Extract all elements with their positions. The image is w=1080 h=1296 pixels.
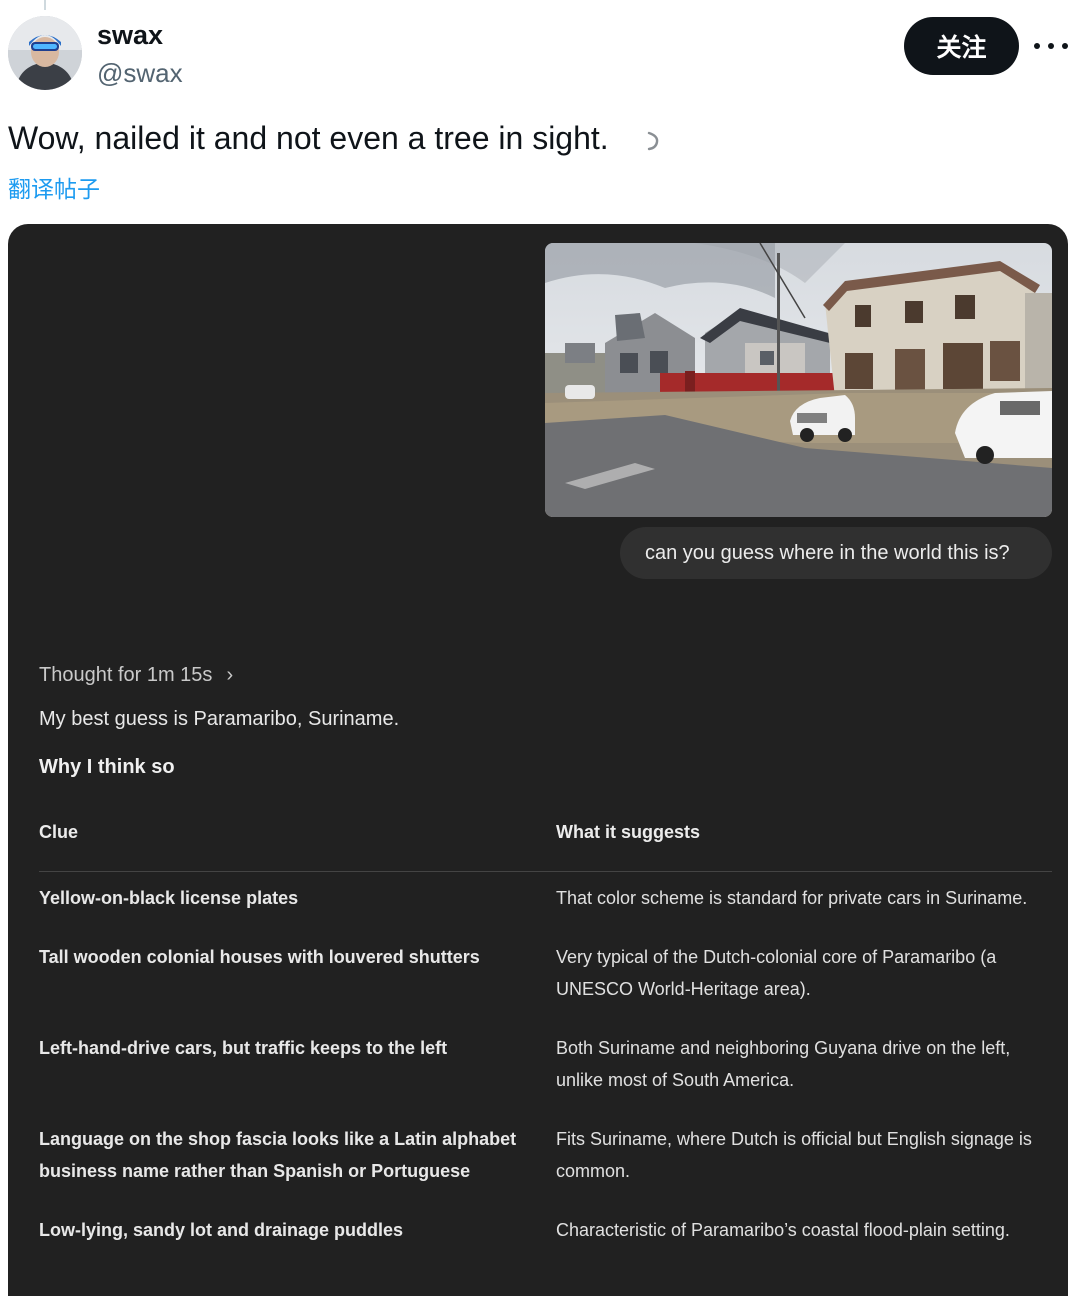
table-header-clue: Clue: [39, 822, 79, 842]
follow-button[interactable]: 关注: [904, 17, 1019, 75]
more-horizontal-icon[interactable]: [1034, 32, 1068, 60]
clue-cell: Tall wooden colonial houses with louvere…: [39, 947, 480, 967]
author-handle[interactable]: @swax: [97, 58, 183, 89]
tweet-header: swax @swax 关注: [0, 0, 1080, 110]
why-heading: Why I think so: [39, 756, 175, 778]
clue-cell: Yellow-on-black license plates: [39, 888, 299, 908]
table-header-suggests: What it suggests: [556, 822, 701, 842]
thought-label: Thought for 1m 15s: [39, 664, 213, 686]
clue-cell: Left-hand-drive cars, but traffic keeps …: [39, 1038, 448, 1058]
suggests-cell: Characteristic of Paramaribo’s coastal f…: [556, 1220, 1010, 1240]
thought-toggle[interactable]: Thought for 1m 15s ›: [39, 664, 233, 687]
suggests-cell: Very typical of the Dutch-colonial core …: [556, 947, 997, 999]
suggests-cell: Both Suriname and neighboring Guyana dri…: [556, 1038, 1011, 1090]
user-message-bubble: can you guess where in the world this is…: [620, 527, 1052, 579]
translate-post-link[interactable]: 翻译帖子: [8, 170, 100, 204]
chat-screenshot-card: can you guess where in the world this is…: [8, 224, 1068, 1296]
assistant-answer: My best guess is Paramaribo, Suriname.: [39, 708, 400, 730]
clue-cell: Language on the shop fascia looks like a…: [39, 1129, 517, 1181]
suggests-cell: That color scheme is standard for privat…: [556, 888, 1028, 908]
avatar[interactable]: [8, 16, 82, 90]
table-header-divider: [39, 871, 1052, 872]
chevron-right-icon: ›: [226, 664, 234, 686]
suggests-cell: Fits Suriname, where Dutch is official b…: [556, 1129, 1032, 1181]
loading-spinner-icon: [647, 131, 659, 151]
tweet-text: Wow, nailed it and not even a tree in si…: [8, 120, 609, 156]
street-view-image: [545, 243, 1052, 517]
clue-cell: Low-lying, sandy lot and drainage puddle…: [39, 1220, 404, 1240]
author-name[interactable]: swax: [97, 20, 163, 51]
